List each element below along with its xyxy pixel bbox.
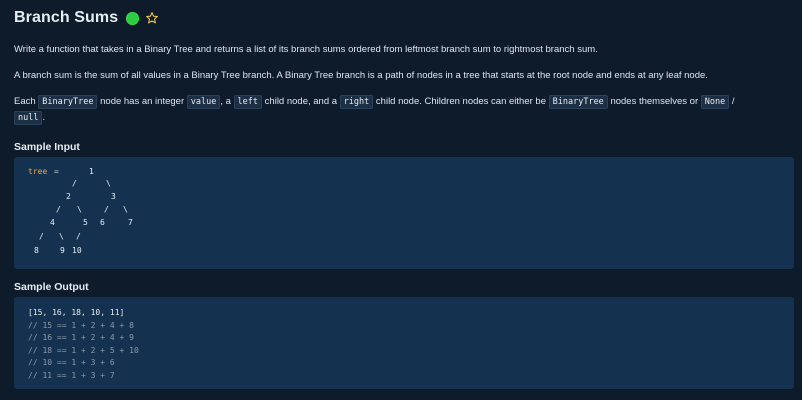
tree-edge: \ xyxy=(123,205,128,214)
tree-node: 7 xyxy=(128,218,133,227)
tree-edge: / xyxy=(76,232,81,241)
sample-output-block: [15, 16, 18, 10, 11] // 15 == 1 + 2 + 4 … xyxy=(14,297,794,389)
code-binarytree: BinaryTree xyxy=(548,95,608,109)
p3-text: child node. Children nodes can either be xyxy=(375,96,546,107)
tree-edge: \ xyxy=(77,205,82,214)
code-null: null xyxy=(14,111,43,125)
tree-node: 3 xyxy=(111,192,116,201)
tree-node: 5 xyxy=(83,218,88,227)
star-outline-icon[interactable] xyxy=(145,11,159,25)
problem-page: Branch Sums Write a function that takes … xyxy=(0,0,802,389)
tree-node: 1 xyxy=(89,167,94,176)
p3-text: node has an integer xyxy=(100,96,185,107)
output-result: [15, 16, 18, 10, 11] xyxy=(28,308,125,317)
tree-edge: / xyxy=(72,179,77,188)
output-lines: [15, 16, 18, 10, 11] // 15 == 1 + 2 + 4 … xyxy=(28,307,139,382)
description-paragraph-1: Write a function that takes in a Binary … xyxy=(14,44,598,55)
p3-text: . xyxy=(42,112,46,123)
description-paragraph-2: A branch sum is the sum of all values in… xyxy=(14,70,708,81)
tree-node: 9 xyxy=(60,246,65,255)
tree-node: 8 xyxy=(34,246,39,255)
code-binarytree: BinaryTree xyxy=(38,95,98,109)
output-comment: // 15 == 1 + 2 + 4 + 8 xyxy=(28,320,134,330)
sample-input-heading: Sample Input xyxy=(14,141,80,153)
tree-node: 4 xyxy=(50,218,55,227)
tree-node: 6 xyxy=(100,218,105,227)
tree-edge: \ xyxy=(106,179,111,188)
p3-text: nodes themselves or xyxy=(610,96,699,107)
output-comment: // 11 == 1 + 3 + 7 xyxy=(28,370,115,380)
output-comment: // 10 == 1 + 3 + 6 xyxy=(28,358,115,367)
p3-text: , a xyxy=(220,96,231,107)
title-row: Branch Sums xyxy=(14,8,788,28)
p3-text: child node, and a xyxy=(264,96,338,107)
tree-edge: / xyxy=(56,205,61,214)
output-comment: // 16 == 1 + 2 + 4 + 9 xyxy=(28,333,134,342)
tree-edge: \ xyxy=(59,232,64,241)
tree-node: 2 xyxy=(66,192,71,201)
completed-dot-icon xyxy=(126,11,140,25)
tree-variable: tree xyxy=(28,167,48,176)
tree-node: 10 xyxy=(72,246,82,255)
code-right: right xyxy=(339,95,374,109)
description-paragraph-3: Each BinaryTree node has an integer valu… xyxy=(14,94,788,126)
p3-text: Each xyxy=(14,96,36,107)
page-title: Branch Sums xyxy=(14,9,119,26)
tree-edge: / xyxy=(39,232,44,241)
code-left: left xyxy=(233,95,263,109)
code-none: None xyxy=(700,95,730,109)
code-value: value xyxy=(186,95,221,109)
p3-text: / xyxy=(731,96,735,107)
tree-equals: = xyxy=(54,167,59,176)
output-comment: // 18 == 1 + 2 + 5 + 10 xyxy=(28,345,139,355)
sample-input-block: tree = 1 / \ 2 3 / \ / \ 4 5 6 7 / \ / 8… xyxy=(14,157,794,269)
tree-edge: / xyxy=(104,205,109,214)
sample-output-heading: Sample Output xyxy=(14,281,89,293)
